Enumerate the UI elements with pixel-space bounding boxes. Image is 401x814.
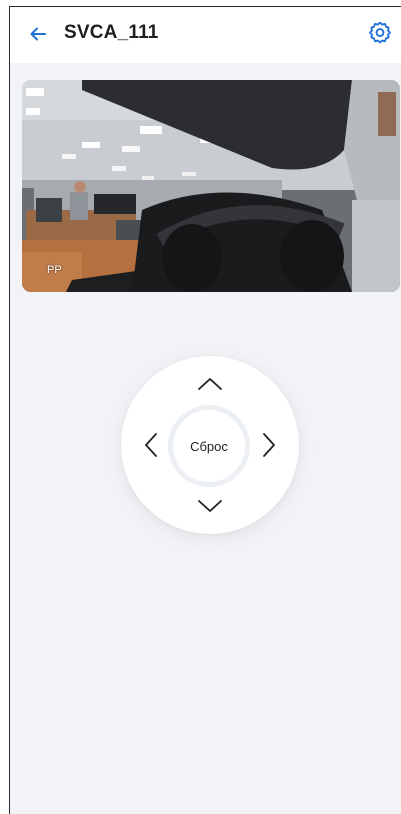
pan-right-button[interactable] xyxy=(251,427,287,463)
camera-live-view[interactable] xyxy=(22,80,400,292)
chevron-right-icon xyxy=(263,433,275,457)
camera-overlay-label: PP xyxy=(47,264,62,276)
pan-left-button[interactable] xyxy=(133,427,169,463)
page-title: SVCA_111 xyxy=(64,22,159,43)
pan-down-button[interactable] xyxy=(192,488,228,524)
reset-position-button[interactable]: Сброс xyxy=(168,405,250,487)
chevron-left-icon xyxy=(145,433,157,457)
arrow-left-icon xyxy=(30,27,46,41)
top-bar: SVCA_111 xyxy=(10,7,401,63)
chevron-up-icon xyxy=(198,378,222,390)
gear-icon xyxy=(369,21,391,44)
ptz-control-pad: Сброс xyxy=(121,356,299,534)
settings-button[interactable] xyxy=(365,18,395,48)
camera-frame-image xyxy=(22,80,400,292)
pan-up-button[interactable] xyxy=(192,366,228,402)
app-screen: SVCA_111 PP Сброс xyxy=(9,6,401,814)
back-button[interactable] xyxy=(26,22,50,46)
chevron-down-icon xyxy=(198,500,222,512)
